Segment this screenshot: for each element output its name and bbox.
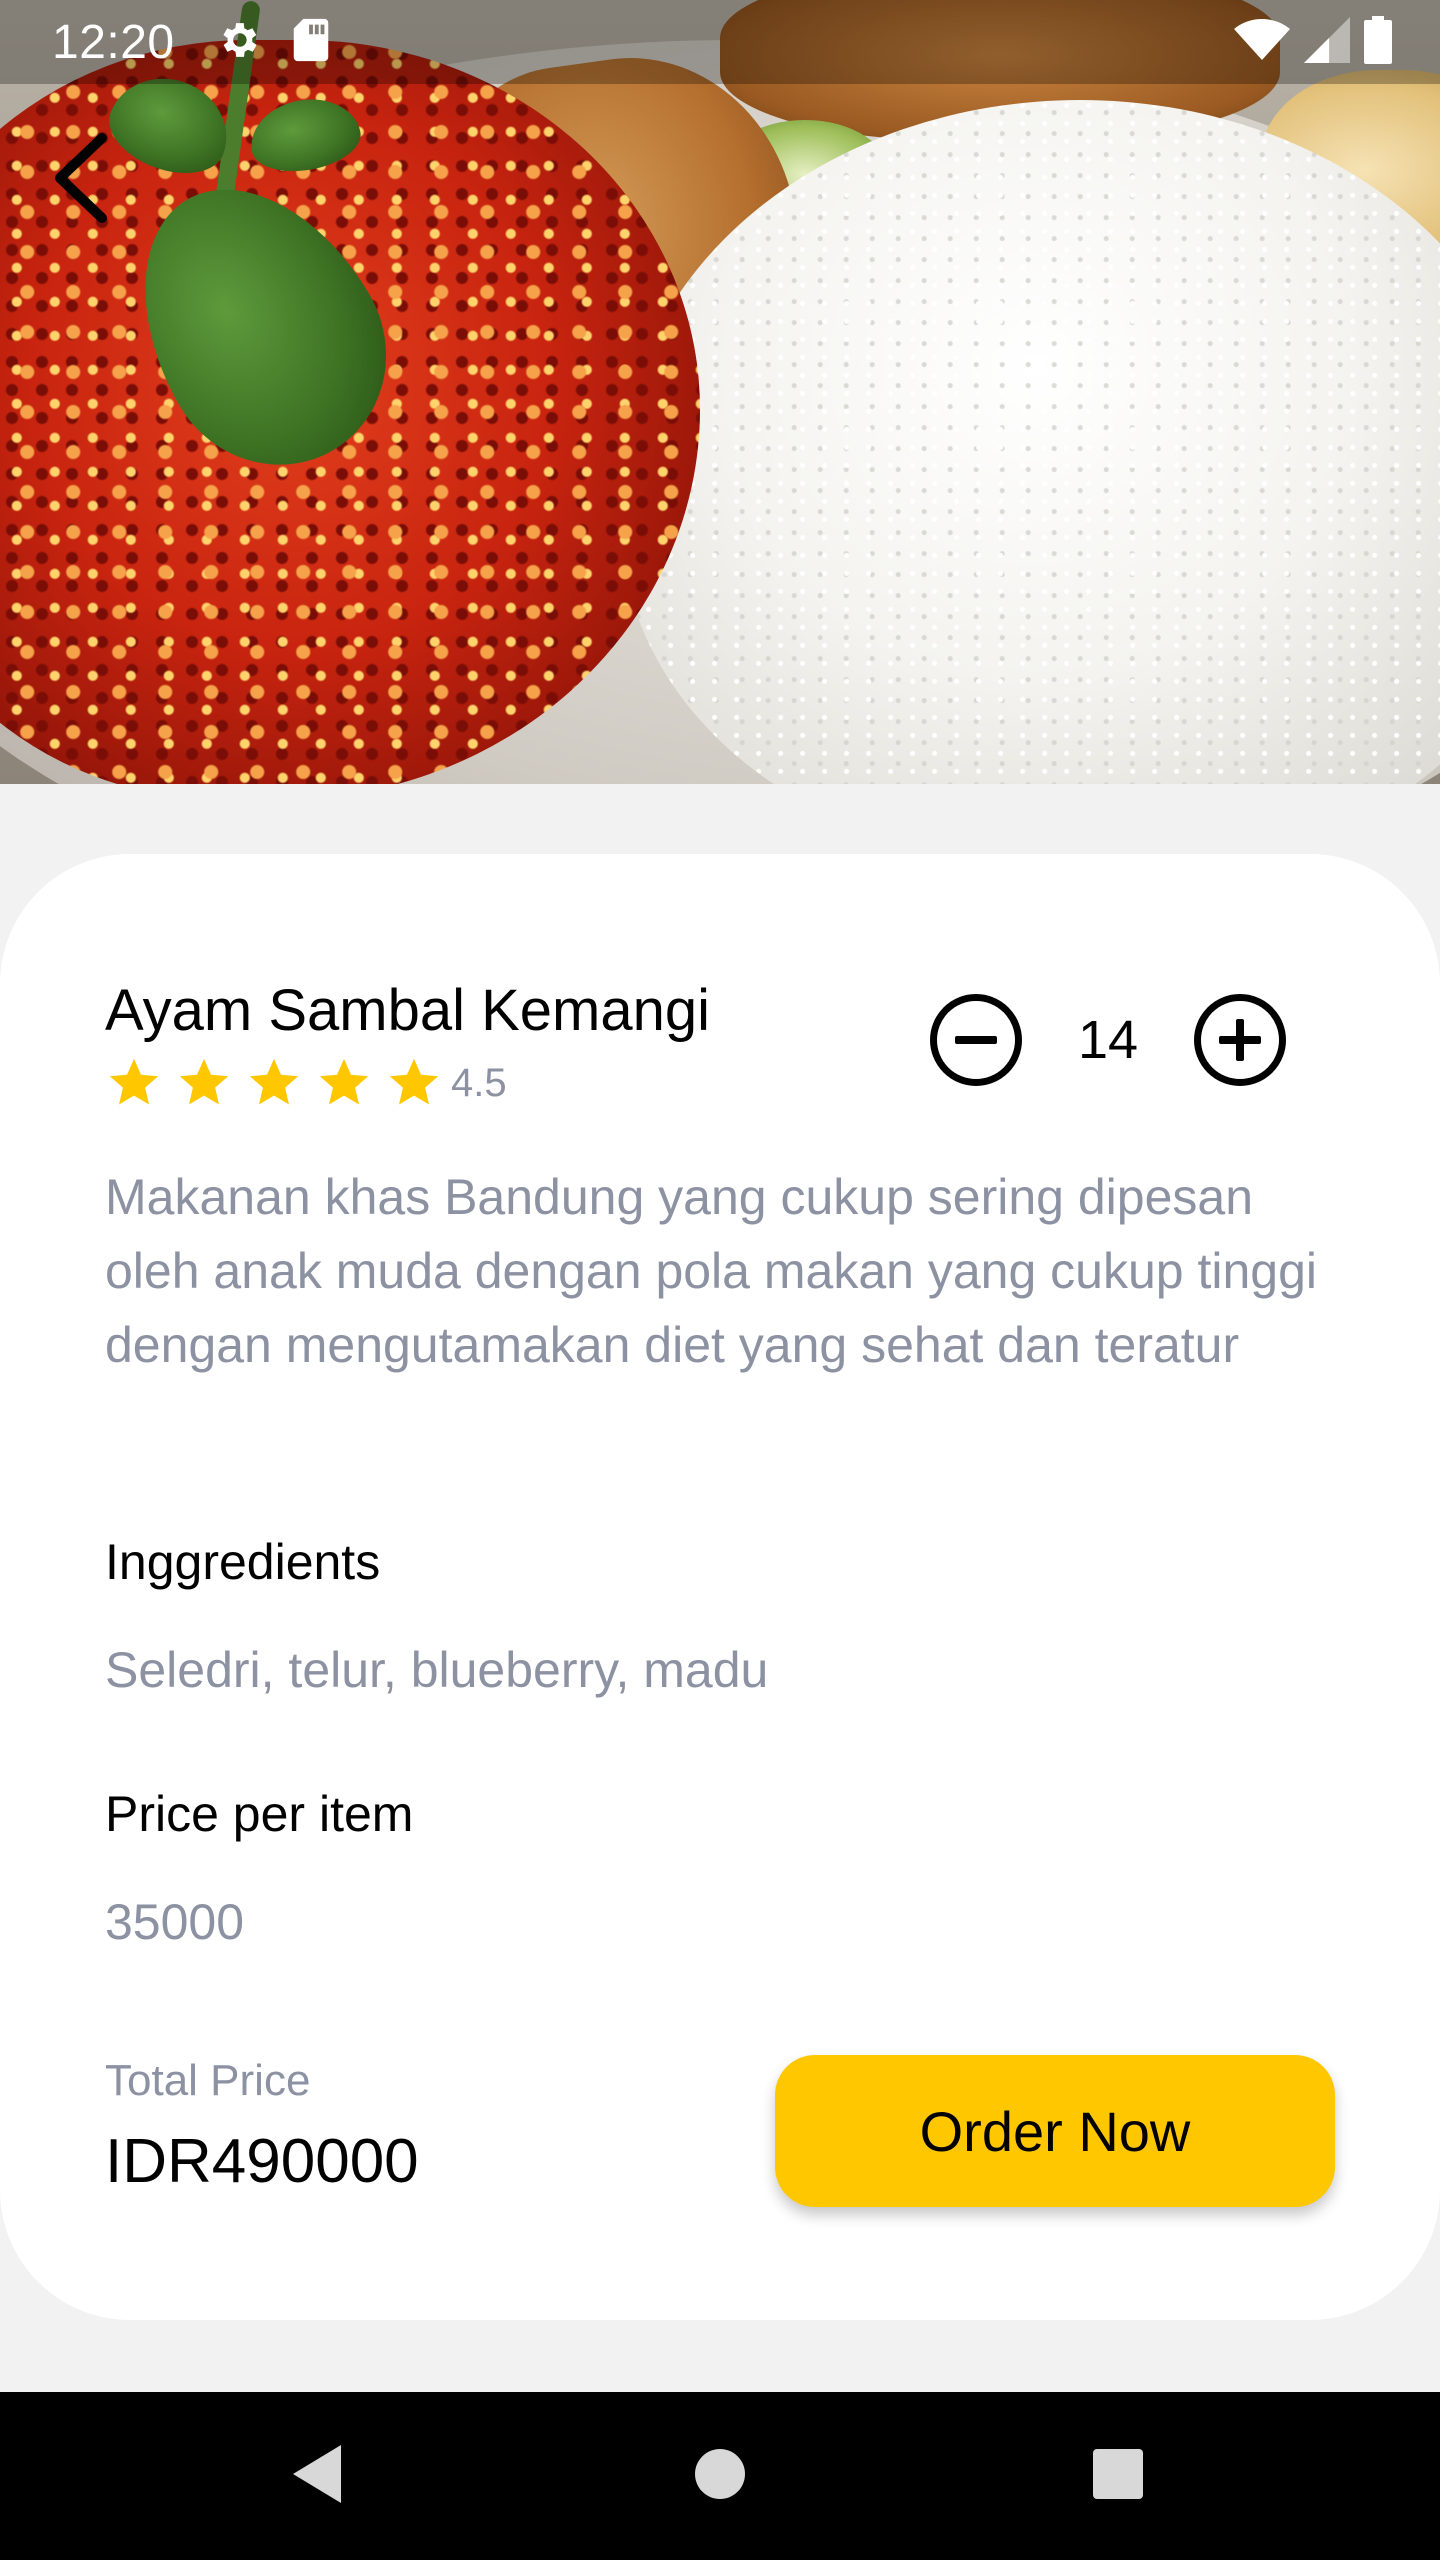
nav-back-icon bbox=[289, 2443, 345, 2510]
status-icons-right bbox=[1234, 15, 1392, 69]
quantity-value: 14 bbox=[1077, 1010, 1139, 1070]
star-icon bbox=[175, 1054, 233, 1112]
star-icon bbox=[385, 1054, 443, 1112]
status-bar: 12:20 bbox=[0, 0, 1440, 84]
ingredients-value: Seledri, telur, blueberry, madu bbox=[105, 1642, 769, 1698]
status-time: 12:20 bbox=[52, 15, 175, 69]
minus-icon bbox=[955, 1036, 997, 1044]
star-icon bbox=[315, 1054, 373, 1112]
back-button[interactable] bbox=[40, 130, 120, 230]
nav-back-button[interactable] bbox=[237, 2392, 397, 2560]
plus-icon-vertical bbox=[1236, 1019, 1244, 1061]
price-title: Price per item bbox=[105, 1786, 414, 1842]
increase-quantity-button[interactable] bbox=[1194, 994, 1286, 1086]
food-description: Makanan khas Bandung yang cukup sering d… bbox=[105, 1169, 1317, 1373]
battery-icon bbox=[1364, 15, 1392, 69]
sd-card-icon bbox=[291, 17, 331, 68]
total-price-value: IDR490000 bbox=[105, 2127, 419, 2196]
status-icons-left bbox=[215, 17, 331, 68]
food-image bbox=[0, 0, 1440, 784]
wifi-icon bbox=[1234, 17, 1290, 68]
star-icon bbox=[105, 1054, 163, 1112]
nav-home-button[interactable] bbox=[640, 2392, 800, 2560]
navigation-bar bbox=[0, 2392, 1440, 2560]
star-rating: 4.5 bbox=[105, 1054, 507, 1112]
ingredients-title: Inggredients bbox=[105, 1534, 381, 1590]
chevron-left-icon bbox=[50, 132, 110, 229]
price-value: 35000 bbox=[105, 1894, 245, 1950]
rating-value: 4.5 bbox=[451, 1060, 507, 1105]
gear-icon bbox=[215, 17, 261, 68]
nav-recents-icon bbox=[1091, 2447, 1145, 2506]
signal-icon bbox=[1304, 16, 1350, 68]
decrease-quantity-button[interactable] bbox=[930, 994, 1022, 1086]
quantity-stepper: 14 bbox=[930, 994, 1286, 1086]
total-price-label: Total Price bbox=[105, 2056, 311, 2105]
star-icon bbox=[245, 1054, 303, 1112]
order-now-button[interactable]: Order Now bbox=[775, 2055, 1335, 2207]
food-name: Ayam Sambal Kemangi bbox=[105, 978, 711, 1043]
nav-home-icon bbox=[694, 2448, 746, 2505]
nav-recents-button[interactable] bbox=[1038, 2392, 1198, 2560]
